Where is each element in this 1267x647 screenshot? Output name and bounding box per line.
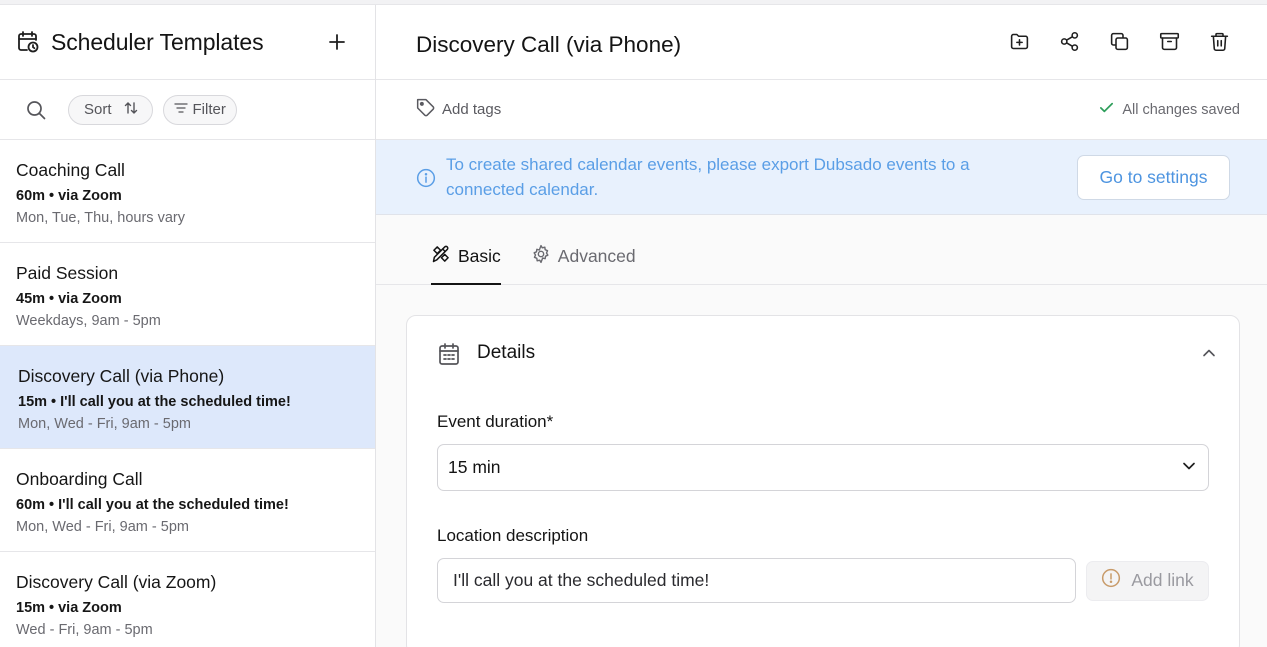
template-location: via Zoom bbox=[58, 188, 122, 204]
tags-row: Add tags All changes saved bbox=[376, 80, 1267, 140]
calendar-clock-icon bbox=[16, 29, 42, 55]
template-duration: 60m bbox=[16, 497, 46, 513]
pencil-ruler-icon bbox=[431, 244, 451, 269]
location-row: I'll call you at the scheduled time! Add… bbox=[437, 558, 1209, 603]
trash-icon[interactable] bbox=[1207, 29, 1231, 53]
sidebar: Scheduler Templates Sort Filter Coaching… bbox=[0, 5, 376, 647]
template-name: Discovery Call (via Zoom) bbox=[16, 572, 217, 592]
template-name: Onboarding Call bbox=[16, 469, 143, 489]
template-hours: Mon, Wed - Fri, 9am - 5pm bbox=[16, 519, 189, 535]
template-meta: 15m • I'll call you at the scheduled time! bbox=[18, 394, 291, 410]
info-icon bbox=[416, 168, 436, 188]
sidebar-title: Scheduler Templates bbox=[51, 28, 264, 55]
sort-arrows-icon bbox=[124, 101, 138, 119]
list-item[interactable]: Discovery Call (via Zoom) 15m • via Zoom W… bbox=[0, 552, 375, 647]
share-icon[interactable] bbox=[1057, 29, 1081, 53]
details-header[interactable]: Details bbox=[437, 316, 1215, 390]
check-icon bbox=[1098, 99, 1115, 120]
template-name: Discovery Call (via Phone) bbox=[18, 366, 225, 386]
template-duration: 15m bbox=[16, 600, 46, 616]
add-template-button[interactable] bbox=[323, 28, 351, 56]
info-banner: To create shared calendar events, please… bbox=[376, 140, 1267, 215]
tab-bar: Basic Advanced bbox=[376, 215, 1267, 285]
list-item[interactable]: Onboarding Call 60m • I'll call you at the… bbox=[0, 449, 375, 552]
template-hours: Weekdays, 9am - 5pm bbox=[16, 313, 161, 329]
template-list: Coaching Call 60m • via Zoom Mon, Tue, Thu… bbox=[0, 140, 375, 647]
template-hours: Mon, Wed - Fri, 9am - 5pm bbox=[18, 416, 191, 432]
save-status-text: All changes saved bbox=[1122, 101, 1240, 118]
sidebar-header: Scheduler Templates bbox=[0, 5, 375, 80]
tab-basic[interactable]: Basic bbox=[431, 242, 501, 285]
template-meta: 60m • via Zoom bbox=[16, 188, 122, 204]
list-item[interactable]: Coaching Call 60m • via Zoom Mon, Tue, Thu… bbox=[0, 140, 375, 243]
details-title: Details bbox=[477, 342, 536, 363]
tab-basic-label: Basic bbox=[458, 246, 501, 266]
archive-icon[interactable] bbox=[1157, 29, 1181, 53]
template-name: Paid Session bbox=[16, 263, 119, 283]
search-icon[interactable] bbox=[24, 98, 48, 122]
sort-label: Sort bbox=[84, 101, 112, 118]
chevron-up-icon[interactable] bbox=[1199, 343, 1219, 363]
gear-icon bbox=[531, 244, 551, 269]
add-link-label: Add link bbox=[1131, 570, 1194, 590]
sort-button[interactable]: Sort bbox=[68, 94, 153, 125]
copy-icon[interactable] bbox=[1107, 29, 1131, 53]
tab-advanced-label: Advanced bbox=[557, 246, 636, 266]
event-duration-label: Event duration* bbox=[437, 412, 554, 431]
template-name: Coaching Call bbox=[16, 160, 125, 180]
add-tags-button[interactable]: Add tags bbox=[416, 98, 1098, 122]
add-tags-label: Add tags bbox=[442, 101, 502, 118]
folder-plus-icon[interactable] bbox=[1007, 29, 1031, 53]
add-link-button[interactable]: Add link bbox=[1086, 560, 1209, 601]
location-description-label: Location description bbox=[437, 526, 589, 545]
template-location: I'll call you at the scheduled time! bbox=[60, 394, 291, 410]
filter-button[interactable]: Filter bbox=[162, 94, 237, 125]
chevron-down-icon bbox=[1182, 457, 1196, 478]
header-actions bbox=[1007, 29, 1231, 53]
tab-advanced[interactable]: Advanced bbox=[531, 241, 636, 284]
go-to-settings-button[interactable]: Go to settings bbox=[1077, 154, 1230, 200]
template-hours: Wed - Fri, 9am - 5pm bbox=[16, 622, 153, 638]
banner-text: To create shared calendar events, please… bbox=[446, 155, 970, 199]
calendar-icon bbox=[437, 342, 461, 366]
event-duration-select[interactable]: 15 min bbox=[437, 444, 1209, 491]
save-status: All changes saved bbox=[1098, 99, 1240, 120]
template-duration: 45m bbox=[16, 291, 46, 307]
template-meta: 60m • I'll call you at the scheduled time! bbox=[16, 497, 289, 513]
template-location: via Zoom bbox=[58, 600, 122, 616]
alert-circle-icon bbox=[1101, 568, 1121, 593]
tag-icon bbox=[416, 98, 436, 122]
template-duration: 15m bbox=[18, 394, 48, 410]
template-duration: 60m bbox=[16, 188, 46, 204]
list-item-selected[interactable]: Discovery Call (via Phone) 15m • I'll call… bbox=[0, 346, 375, 449]
main-header: Discovery Call (via Phone) bbox=[376, 5, 1267, 80]
template-hours: Mon, Tue, Thu, hours vary bbox=[16, 210, 185, 226]
event-duration-value: 15 min bbox=[448, 457, 501, 477]
template-location: I'll call you at the scheduled time! bbox=[58, 497, 289, 513]
list-item[interactable]: Paid Session 45m • via Zoom Weekdays, 9am … bbox=[0, 243, 375, 346]
page-title: Discovery Call (via Phone) bbox=[416, 32, 682, 57]
details-card: Details Event duration* 15 min Location … bbox=[406, 315, 1240, 647]
filter-icon bbox=[173, 101, 188, 118]
filter-label: Filter bbox=[192, 101, 226, 118]
location-description-input[interactable]: I'll call you at the scheduled time! bbox=[437, 558, 1076, 603]
sidebar-toolbar: Sort Filter bbox=[0, 80, 375, 140]
template-meta: 45m • via Zoom bbox=[16, 291, 122, 307]
main-panel: Discovery Call (via Phone) Add tags All … bbox=[376, 5, 1267, 647]
template-location: via Zoom bbox=[58, 291, 122, 307]
template-meta: 15m • via Zoom bbox=[16, 600, 122, 616]
